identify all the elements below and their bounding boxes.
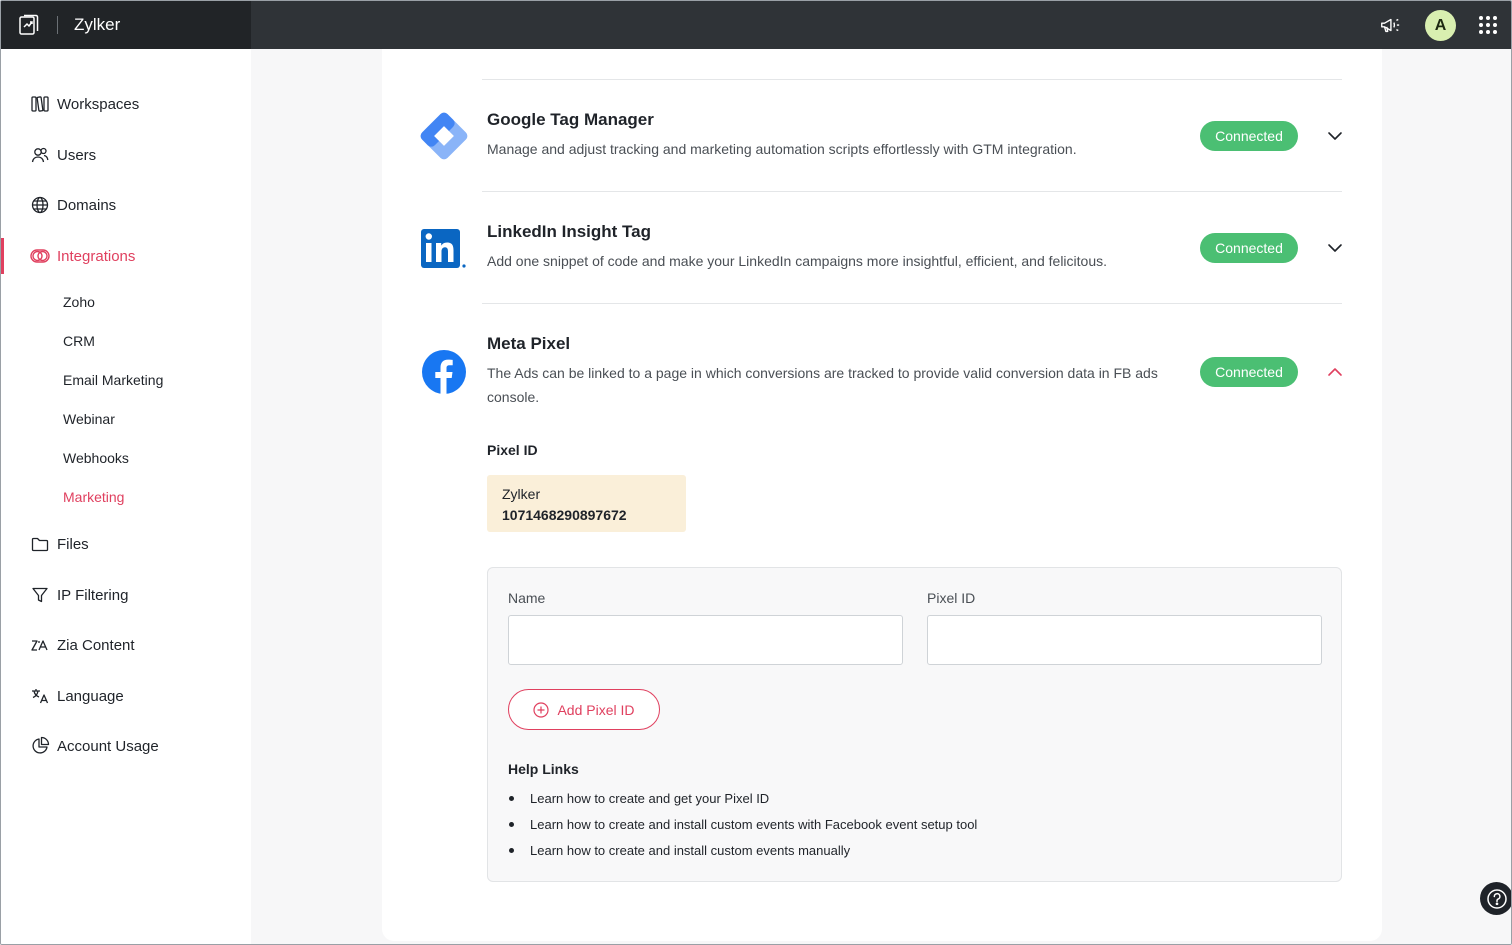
sidebar-item-language[interactable]: Language: [1, 678, 251, 714]
sidebar-item-label: IP Filtering: [57, 586, 129, 604]
saved-pixel-chip[interactable]: Zylker 1071468290897672: [487, 475, 686, 532]
question-circle-icon: [1486, 888, 1507, 909]
chevron-down-icon[interactable]: [1326, 127, 1344, 145]
pixel-id-field-label: Pixel ID: [927, 590, 976, 606]
folder-icon: [31, 537, 49, 552]
saved-pixel-name: Zylker: [502, 486, 541, 502]
sidebar-item-label: Zia Content: [57, 636, 135, 654]
sidebar-item-label: Account Usage: [57, 737, 159, 755]
integrations-card: Google Tag Manager Manage and adjust tra…: [382, 49, 1382, 941]
app-window: Zylker A Workspaces Users Domains Integr…: [0, 0, 1512, 945]
workspaces-icon: [31, 96, 49, 112]
sidebar-subitem-marketing[interactable]: Marketing: [63, 489, 124, 505]
apps-grid-icon[interactable]: [1479, 16, 1497, 34]
integration-description: Manage and adjust tracking and marketing…: [487, 141, 1077, 157]
integration-title: Meta Pixel: [487, 334, 571, 353]
status-badge[interactable]: Connected: [1200, 357, 1298, 387]
status-badge[interactable]: Connected: [1200, 121, 1298, 151]
divider: [482, 303, 1342, 304]
divider: [482, 191, 1342, 192]
pixel-id-heading: Pixel ID: [487, 442, 538, 458]
help-links-title: Help Links: [508, 761, 579, 777]
brand-separator: [57, 16, 58, 34]
sidebar-item-domains[interactable]: Domains: [1, 187, 251, 223]
integration-title: LinkedIn Insight Tag: [487, 222, 652, 241]
filter-icon: [32, 587, 48, 603]
sidebar-item-ip-filtering[interactable]: IP Filtering: [1, 577, 251, 613]
add-pixel-id-label: Add Pixel ID: [557, 701, 635, 718]
name-field-label: Name: [508, 590, 546, 606]
sidebar-item-integrations[interactable]: Integrations: [1, 238, 251, 274]
sidebar-item-label: Users: [57, 146, 97, 164]
sidebar-item-label: Workspaces: [57, 95, 140, 113]
integration-description: The Ads can be linked to a page in which…: [487, 365, 1158, 405]
sidebar-item-label: Language: [57, 687, 124, 705]
sidebar: Workspaces Users Domains Integrations Zo…: [1, 49, 251, 944]
sidebar-subitem-email-marketing[interactable]: Email Marketing: [63, 372, 163, 388]
sidebar-item-files[interactable]: Files: [1, 526, 251, 562]
help-link[interactable]: Learn how to create and install custom e…: [508, 815, 977, 841]
chevron-down-icon[interactable]: [1326, 239, 1344, 257]
top-bar: Zylker A: [1, 1, 1511, 49]
brand-name[interactable]: Zylker: [74, 15, 120, 35]
help-button[interactable]: [1480, 882, 1511, 915]
facebook-icon: [422, 350, 466, 394]
zia-icon: [31, 640, 48, 651]
brand-block: Zylker: [1, 1, 251, 49]
linkedin-icon: [421, 229, 466, 268]
add-pixel-form: Name Pixel ID Add Pixel ID Help Links Le…: [487, 567, 1342, 882]
chevron-up-icon[interactable]: [1326, 363, 1344, 381]
add-pixel-id-button[interactable]: Add Pixel ID: [508, 689, 660, 730]
plus-circle-icon: [533, 701, 550, 718]
sidebar-item-label: Domains: [57, 196, 117, 214]
sidebar-item-account-usage[interactable]: Account Usage: [1, 728, 251, 764]
saved-pixel-id: 1071468290897672: [502, 507, 627, 523]
divider: [482, 79, 1342, 80]
sidebar-item-users[interactable]: Users: [1, 137, 251, 173]
sidebar-subitem-webhooks[interactable]: Webhooks: [63, 450, 129, 466]
integration-title: Google Tag Manager: [487, 110, 654, 129]
sidebar-subitem-zoho[interactable]: Zoho: [63, 294, 95, 310]
sidebar-subitem-crm[interactable]: CRM: [63, 333, 95, 349]
sidebar-item-zia-content[interactable]: Zia Content: [1, 627, 251, 663]
language-icon: [32, 689, 49, 704]
google-tag-manager-icon: [420, 112, 468, 160]
main-content: Google Tag Manager Manage and adjust tra…: [251, 49, 1511, 944]
pixel-id-field[interactable]: [927, 615, 1322, 665]
name-field[interactable]: [508, 615, 903, 665]
sidebar-item-label: Integrations: [57, 247, 136, 265]
avatar[interactable]: A: [1425, 10, 1456, 41]
logo-icon[interactable]: [17, 13, 41, 37]
users-icon: [31, 147, 49, 163]
help-links-list: Learn how to create and get your Pixel I…: [508, 789, 977, 867]
help-link[interactable]: Learn how to create and install custom e…: [508, 841, 977, 867]
sidebar-subitem-webinar[interactable]: Webinar: [63, 411, 115, 427]
pie-chart-icon: [32, 736, 50, 754]
help-link[interactable]: Learn how to create and get your Pixel I…: [508, 789, 977, 815]
sidebar-item-workspaces[interactable]: Workspaces: [1, 86, 251, 122]
globe-icon: [31, 196, 49, 214]
megaphone-icon[interactable]: [1379, 14, 1401, 36]
integrations-icon: [30, 249, 50, 263]
integration-description: Add one snippet of code and make your Li…: [487, 253, 1108, 269]
sidebar-item-label: Files: [57, 535, 89, 553]
status-badge[interactable]: Connected: [1200, 233, 1298, 263]
